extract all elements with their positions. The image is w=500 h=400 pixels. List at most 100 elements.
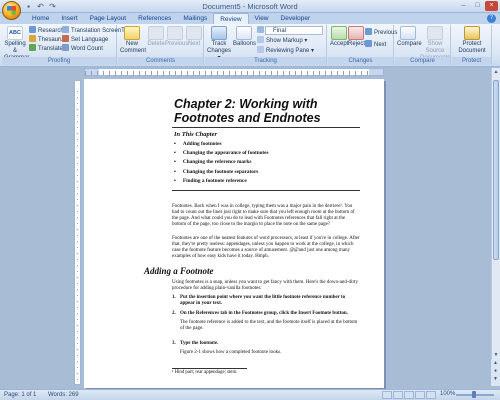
tab-view[interactable]: View	[249, 13, 275, 24]
compare-button[interactable]: Compare	[397, 26, 422, 48]
show-markup-button[interactable]: Show Markup ▾	[257, 36, 307, 45]
tab-references[interactable]: References	[132, 13, 177, 24]
compare-icon	[400, 26, 416, 40]
step-description: Figure 2-1 shows how a completed footnot…	[180, 350, 282, 356]
balloons-label: Balloons	[233, 41, 257, 47]
full-screen-reading-view-button[interactable]	[393, 391, 403, 399]
help-icon[interactable]: ?	[487, 14, 496, 23]
research-icon	[29, 26, 36, 33]
scroll-thumb[interactable]	[493, 80, 499, 260]
minimize-button[interactable]: –	[457, 1, 470, 11]
print-layout-view-button[interactable]	[382, 391, 392, 399]
step-number: 2.	[172, 311, 176, 316]
word-count-status[interactable]: Words: 269	[48, 391, 79, 400]
thesaurus-icon	[29, 35, 36, 42]
protect-group: Protect Document Protect	[452, 25, 492, 65]
list-item: Adding footnotes	[174, 141, 269, 150]
word-count-button[interactable]: Word Count	[62, 44, 103, 53]
language-icon	[62, 35, 69, 42]
spelling-icon: ABC	[7, 26, 23, 40]
office-logo-icon	[7, 6, 16, 15]
proofing-group: ABC Spelling & Grammar Research Thesauru…	[2, 25, 134, 65]
accept-icon	[331, 26, 347, 40]
set-language-button[interactable]: Set Language	[62, 35, 108, 44]
protect-document-button[interactable]: Protect Document	[456, 26, 488, 55]
title-divider	[172, 127, 360, 128]
show-source-icon	[427, 26, 443, 40]
right-margin-marker[interactable]	[369, 69, 383, 75]
previous-change-label: Previous	[374, 30, 398, 36]
display-for-review-select[interactable]: Final	[265, 26, 323, 35]
reviewing-pane-label: Reviewing Pane ▾	[266, 48, 315, 54]
scroll-down-icon[interactable]: ▼	[492, 351, 500, 359]
accept-button[interactable]: Accept	[330, 26, 348, 48]
next-page-icon[interactable]: ▼	[491, 376, 500, 384]
status-bar: Page: 1 of 1 Words: 269 100%	[0, 389, 500, 400]
close-button[interactable]: ×	[485, 1, 498, 11]
reject-button[interactable]: Reject	[348, 26, 365, 48]
previous-comment-button[interactable]: Previous	[165, 26, 188, 48]
list-item: Changing the appearance of footnotes	[174, 150, 269, 159]
previous-page-icon[interactable]: ▲	[491, 360, 500, 368]
tab-insert[interactable]: Insert	[55, 13, 83, 24]
vertical-ruler[interactable]	[74, 80, 81, 385]
tab-mailings[interactable]: Mailings	[177, 13, 213, 24]
web-layout-view-button[interactable]	[404, 391, 414, 399]
zoom-slider[interactable]	[456, 391, 494, 398]
next-change-icon	[365, 40, 372, 47]
research-button[interactable]: Research	[29, 26, 64, 35]
thesaurus-button[interactable]: Thesaurus	[29, 35, 66, 44]
changes-group-label: Changes	[328, 57, 393, 65]
reject-icon	[348, 26, 364, 40]
previous-comment-icon	[167, 26, 183, 40]
show-markup-icon	[257, 36, 264, 43]
step-number: 1.	[172, 295, 176, 300]
translate-label: Translate	[38, 46, 63, 52]
ruler-ticks	[85, 71, 383, 75]
balloons-button[interactable]: Balloons	[233, 26, 257, 48]
zoom-level[interactable]: 100%	[440, 391, 455, 397]
draft-view-button[interactable]	[426, 391, 436, 399]
balloons-icon	[236, 26, 252, 40]
list-item: Finding a footnote reference	[174, 178, 269, 187]
outline-view-button[interactable]	[415, 391, 425, 399]
new-comment-icon	[124, 26, 140, 40]
new-comment-label: New Comment	[120, 41, 147, 54]
reviewing-pane-button[interactable]: Reviewing Pane ▾	[257, 46, 314, 55]
page-count-status[interactable]: Page: 1 of 1	[4, 391, 36, 400]
view-buttons	[382, 391, 436, 399]
accept-label: Accept	[330, 41, 349, 47]
tab-page-layout[interactable]: Page Layout	[84, 13, 133, 24]
tab-developer[interactable]: Developer	[275, 13, 317, 24]
select-browse-object-icon[interactable]: ●	[491, 368, 500, 376]
scroll-up-icon[interactable]: ▲	[492, 68, 500, 76]
tab-home[interactable]: Home	[26, 13, 55, 24]
delete-comment-button[interactable]: Delete	[147, 26, 165, 48]
maximize-button[interactable]: □	[471, 1, 484, 11]
title-bar: ▪ ↶ ↷ Document5 - Microsoft Word – □ ×	[0, 0, 500, 13]
next-comment-button[interactable]: Next	[186, 26, 202, 48]
screentip-icon	[62, 26, 69, 33]
word-count-label: Word Count	[71, 46, 103, 52]
next-change-button[interactable]: Next	[365, 40, 386, 49]
zoom-slider-knob[interactable]	[472, 391, 476, 398]
step-item: 3. Type the footnote. Figure 2-1 shows h…	[172, 341, 360, 356]
translate-button[interactable]: Translate	[29, 44, 63, 53]
delete-comment-label: Delete	[147, 41, 165, 47]
tracking-group: Track Changes ▾ Balloons Final Show Mark…	[205, 25, 327, 65]
tab-review[interactable]: Review	[213, 13, 249, 24]
lock-icon	[464, 26, 480, 40]
window-title: Document5 - Microsoft Word	[202, 2, 298, 11]
paragraph: Using footnotes is a snap, unless you wa…	[172, 280, 359, 292]
document-page[interactable]: Chapter 2: Working with Footnotes and En…	[84, 79, 384, 388]
office-button[interactable]	[2, 1, 21, 20]
horizontal-ruler[interactable]	[84, 68, 384, 76]
chapter-bullet-list: Adding footnotes Changing the appearance…	[174, 141, 269, 187]
ribbon-tabs-bar: Home Insert Page Layout References Maili…	[0, 13, 500, 24]
previous-change-button[interactable]: Previous	[365, 28, 397, 37]
new-comment-button[interactable]: New Comment	[120, 26, 147, 55]
display-for-review-icon	[257, 26, 264, 33]
word-count-icon	[62, 44, 69, 51]
vertical-ruler-ticks	[77, 91, 78, 384]
vertical-scrollbar[interactable]: ▲ ▼	[491, 68, 500, 386]
